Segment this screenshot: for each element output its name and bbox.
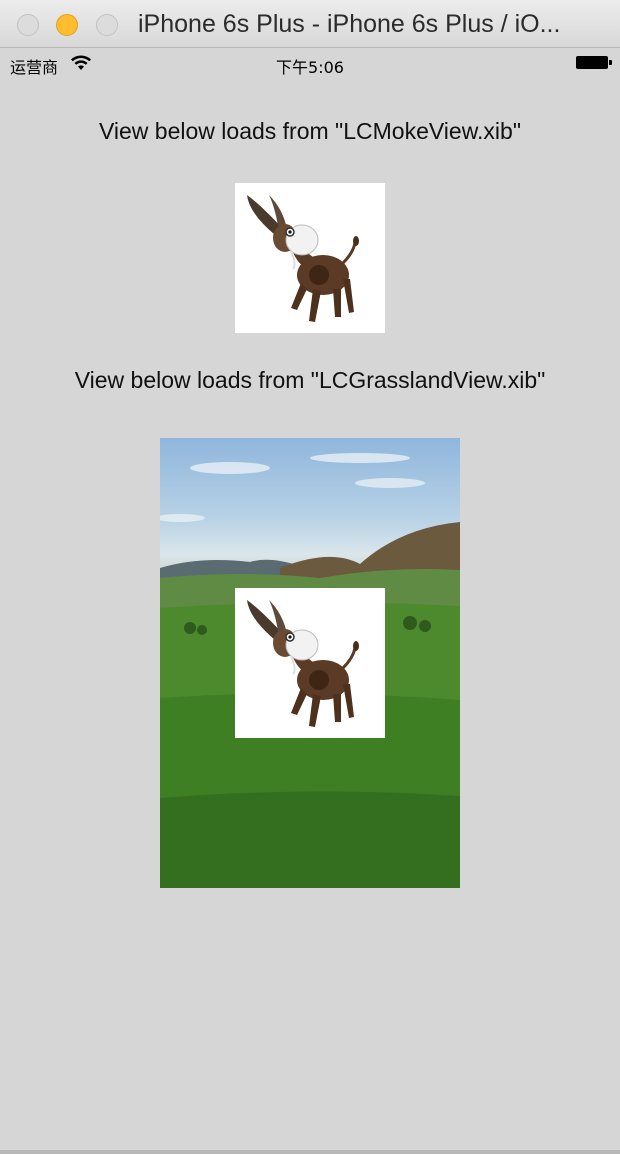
window-titlebar: iPhone 6s Plus - iPhone 6s Plus / iO... <box>0 0 620 48</box>
close-icon[interactable] <box>17 14 39 36</box>
moke-view <box>235 183 385 333</box>
battery-icon <box>576 56 608 69</box>
window-bottom-edge <box>0 1150 620 1154</box>
battery-tip <box>609 60 612 65</box>
zoom-icon[interactable] <box>96 14 118 36</box>
grassland-view-label: View below loads from "LCGrasslandView.x… <box>74 367 546 393</box>
donkey-image <box>247 195 359 322</box>
status-bar: 运营商 下午5:06 <box>0 48 620 78</box>
grassland-view <box>160 438 460 888</box>
donkey-image <box>247 600 359 727</box>
window-title: iPhone 6s Plus - iPhone 6s Plus / iO... <box>138 10 561 38</box>
minimize-icon[interactable] <box>56 14 78 36</box>
moke-view-label: View below loads from "LCMokeView.xib" <box>98 118 521 144</box>
status-time: 下午5:06 <box>276 58 344 77</box>
grassland-donkey-view <box>235 588 385 738</box>
